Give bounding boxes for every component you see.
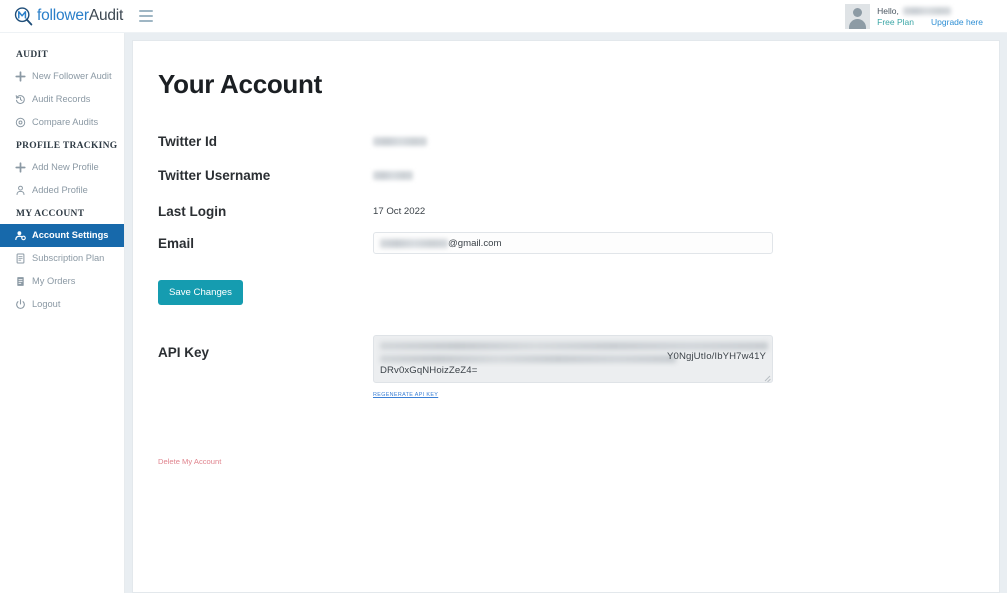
sidebar-item-label: Logout [32,299,61,310]
regenerate-api-key-link[interactable]: REGENERATE API KEY [373,392,438,398]
twitter-id-value-redacted [373,136,427,146]
plan-badge: Free Plan [877,16,915,27]
brand-name-part1: follower [37,7,89,24]
sidebar: AUDIT New Follower Audit Audit Records C… [0,33,125,593]
power-icon [15,299,26,310]
twitter-username-value-redacted [373,170,413,180]
account-card: Your Account Twitter Id Twitter Username… [132,40,1000,593]
sidebar-item-add-new-profile[interactable]: Add New Profile [0,156,124,179]
username-redacted [902,7,951,16]
delete-my-account-link[interactable]: Delete My Account [158,457,221,466]
brand-name: followerAudit [37,7,123,25]
row-last-login: Last Login 17 Oct 2022 [158,196,999,226]
api-key-visible-tail-line1: Y0NgjUtIo/IbYH7w41Y [667,351,766,362]
row-twitter-id: Twitter Id [158,126,999,156]
account-form: Twitter Id Twitter Username Last Login 1… [158,126,999,469]
sidebar-item-label: New Follower Audit [32,71,112,81]
email-label: Email [158,235,195,251]
api-key-redacted-line2 [380,355,676,363]
user-meta: Hello, Free Plan Upgrade here [877,6,983,27]
top-bar: followerAudit Hello, Free Plan Upgrade h… [0,0,1007,33]
sidebar-item-new-follower-audit[interactable]: New Follower Audit [0,65,124,88]
textarea-resize-handle[interactable] [763,373,771,381]
twitter-id-label: Twitter Id [158,133,217,149]
upgrade-here-link[interactable]: Upgrade here [931,17,983,28]
last-login-value: 17 Oct 2022 [373,205,426,217]
row-twitter-username: Twitter Username [158,160,999,190]
sidebar-heading-my-account: MY ACCOUNT [16,209,85,220]
sidebar-item-logout[interactable]: Logout [0,293,124,316]
hamburger-menu-icon[interactable] [139,10,154,22]
sidebar-item-label: Audit Records [32,94,91,105]
api-key-redacted-line1 [380,342,768,350]
sidebar-item-label: Compare Audits [32,117,99,128]
sidebar-item-compare-audits[interactable]: Compare Audits [0,111,124,134]
user-account-box[interactable]: Hello, Free Plan Upgrade here [845,4,983,29]
sidebar-item-audit-records[interactable]: Audit Records [0,88,124,111]
user-gear-icon [15,230,26,241]
api-key-label: API Key [158,345,210,360]
sidebar-heading-profile-tracking: PROFILE TRACKING [16,141,118,152]
sidebar-item-label: Add New Profile [32,162,99,173]
orders-icon [15,276,26,287]
app-root: followerAudit Hello, Free Plan Upgrade h… [0,0,1007,593]
user-avatar-icon [845,4,871,29]
api-key-section: API Key Y0NgjUtIo/IbYH7w41Y DRv0xGqNHoiz… [158,335,999,401]
twitter-username-label: Twitter Username [158,167,271,183]
api-key-textarea[interactable]: Y0NgjUtIo/IbYH7w41Y DRv0xGqNHoizZeZ4= [373,335,773,383]
user-greeting: Hello, [877,6,983,17]
api-key-visible-tail-line2: DRv0xGqNHoizZeZ4= [380,365,478,376]
target-icon [15,117,26,128]
sidebar-item-subscription-plan[interactable]: Subscription Plan [0,247,124,270]
email-local-part-redacted [380,238,448,248]
email-domain-part: @gmail.com [448,237,502,249]
magnifier-logo-icon [14,6,33,25]
sidebar-item-label: My Orders [32,276,76,287]
sidebar-item-label: Account Settings [32,230,109,241]
last-login-label: Last Login [158,203,227,219]
user-plan-row: Free Plan Upgrade here [877,17,983,28]
brand-logo-group[interactable]: followerAudit [13,6,123,27]
history-icon [15,94,26,105]
sidebar-item-added-profile[interactable]: Added Profile [0,179,124,202]
person-icon [15,185,26,196]
document-icon [15,253,26,264]
plus-icon [15,71,26,82]
sidebar-item-account-settings[interactable]: Account Settings [0,224,124,248]
sidebar-heading-audit: AUDIT [16,50,49,60]
email-field[interactable]: @gmail.com [373,232,773,254]
sidebar-item-label: Added Profile [32,185,88,196]
sidebar-item-my-orders[interactable]: My Orders [0,270,124,293]
greeting-text: Hello, [877,5,899,16]
brand-name-part2: Audit [88,7,124,24]
plus-icon [15,162,26,173]
page-title: Your Account [158,69,322,99]
save-changes-button[interactable]: Save Changes [158,280,243,305]
row-email: Email @gmail.com [158,228,999,258]
sidebar-item-label: Subscription Plan [32,253,105,264]
